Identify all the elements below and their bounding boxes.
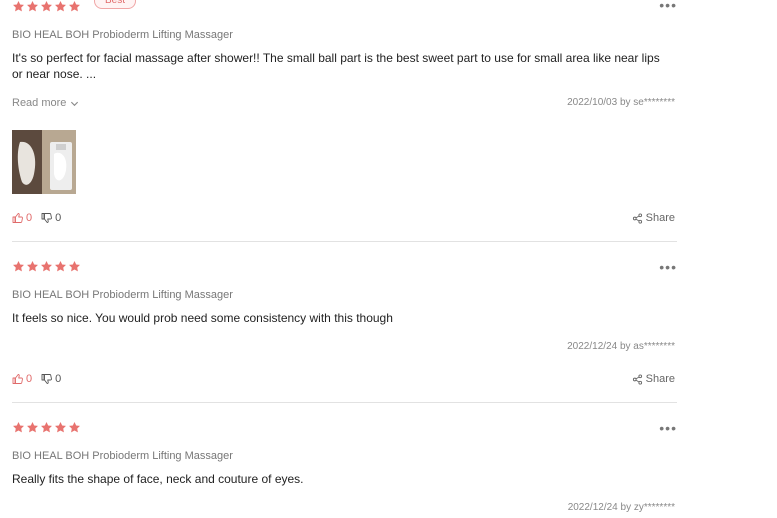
review-text: It feels so nice. You would prob need so… [12,311,393,325]
more-dots-icon: ••• [659,0,677,13]
review-divider [12,241,677,242]
star-icon [69,0,80,12]
review-card: ••• BIO HEAL BOH Probioderm Lifting Mass… [12,260,677,390]
share-button[interactable]: Share [632,373,675,385]
star-icon [27,260,38,272]
review-photo-thumbnail[interactable] [12,130,76,194]
star-icon [55,0,66,12]
dislike-button[interactable]: 0 [41,212,61,224]
like-count: 0 [26,212,33,224]
star-icon [69,260,80,272]
product-name: BIO HEAL BOH Probioderm Lifting Massager [12,450,233,462]
review-text: Really fits the shape of face, neck and … [12,472,304,486]
star-icon [41,260,52,272]
dislike-count: 0 [55,212,62,224]
star-rating [12,260,81,273]
review-divider [12,402,677,403]
thumbs-down-icon [41,213,53,223]
thumbs-down-icon [41,374,53,384]
star-icon [13,0,24,12]
like-button[interactable]: 0 [12,373,32,385]
star-icon [27,0,38,12]
thumbs-up-icon [12,374,23,384]
product-name: BIO HEAL BOH Probioderm Lifting Massager [12,289,233,301]
share-button[interactable]: Share [632,212,675,224]
star-icon [55,260,66,272]
share-label: Share [645,373,675,385]
review-date-author: 2022/10/03 by se******** [567,97,675,108]
more-options-button[interactable]: ••• [659,259,677,275]
like-count: 0 [26,373,33,385]
review-text: It's so perfect for facial massage after… [12,51,660,81]
review-card: ••• BIO HEAL BOH Probioderm Lifting Mass… [12,421,677,518]
product-name: BIO HEAL BOH Probioderm Lifting Massager [12,29,233,41]
read-more-label: Read more [12,97,67,109]
review-date-author: 2022/12/24 by zy******** [567,502,675,513]
star-icon [55,421,66,433]
review-card: Best ••• BIO HEAL BOH Probioderm Lifting… [12,0,677,240]
star-icon [13,421,24,433]
more-dots-icon: ••• [659,259,677,275]
more-options-button[interactable]: ••• [659,0,677,13]
review-date-author: 2022/12/24 by as******** [567,341,675,352]
star-icon [41,0,52,12]
vote-bar: 0 0 [12,212,61,224]
thumbs-up-icon [12,213,23,223]
star-icon [41,421,52,433]
star-icon [27,421,38,433]
best-badge: Best [94,0,137,9]
read-more-link[interactable]: Read more [12,97,79,109]
more-dots-icon: ••• [659,420,677,436]
dislike-count: 0 [55,373,62,385]
vote-bar: 0 0 [12,373,61,385]
dislike-button[interactable]: 0 [41,373,61,385]
share-icon [632,373,642,385]
star-icon [13,260,24,272]
star-icon [69,421,80,433]
star-rating [12,0,81,13]
product-photo [12,130,76,194]
chevron-down-icon [71,101,79,106]
more-options-button[interactable]: ••• [659,420,677,436]
star-rating [12,421,81,434]
like-button[interactable]: 0 [12,212,32,224]
share-label: Share [645,212,675,224]
share-icon [632,212,642,224]
